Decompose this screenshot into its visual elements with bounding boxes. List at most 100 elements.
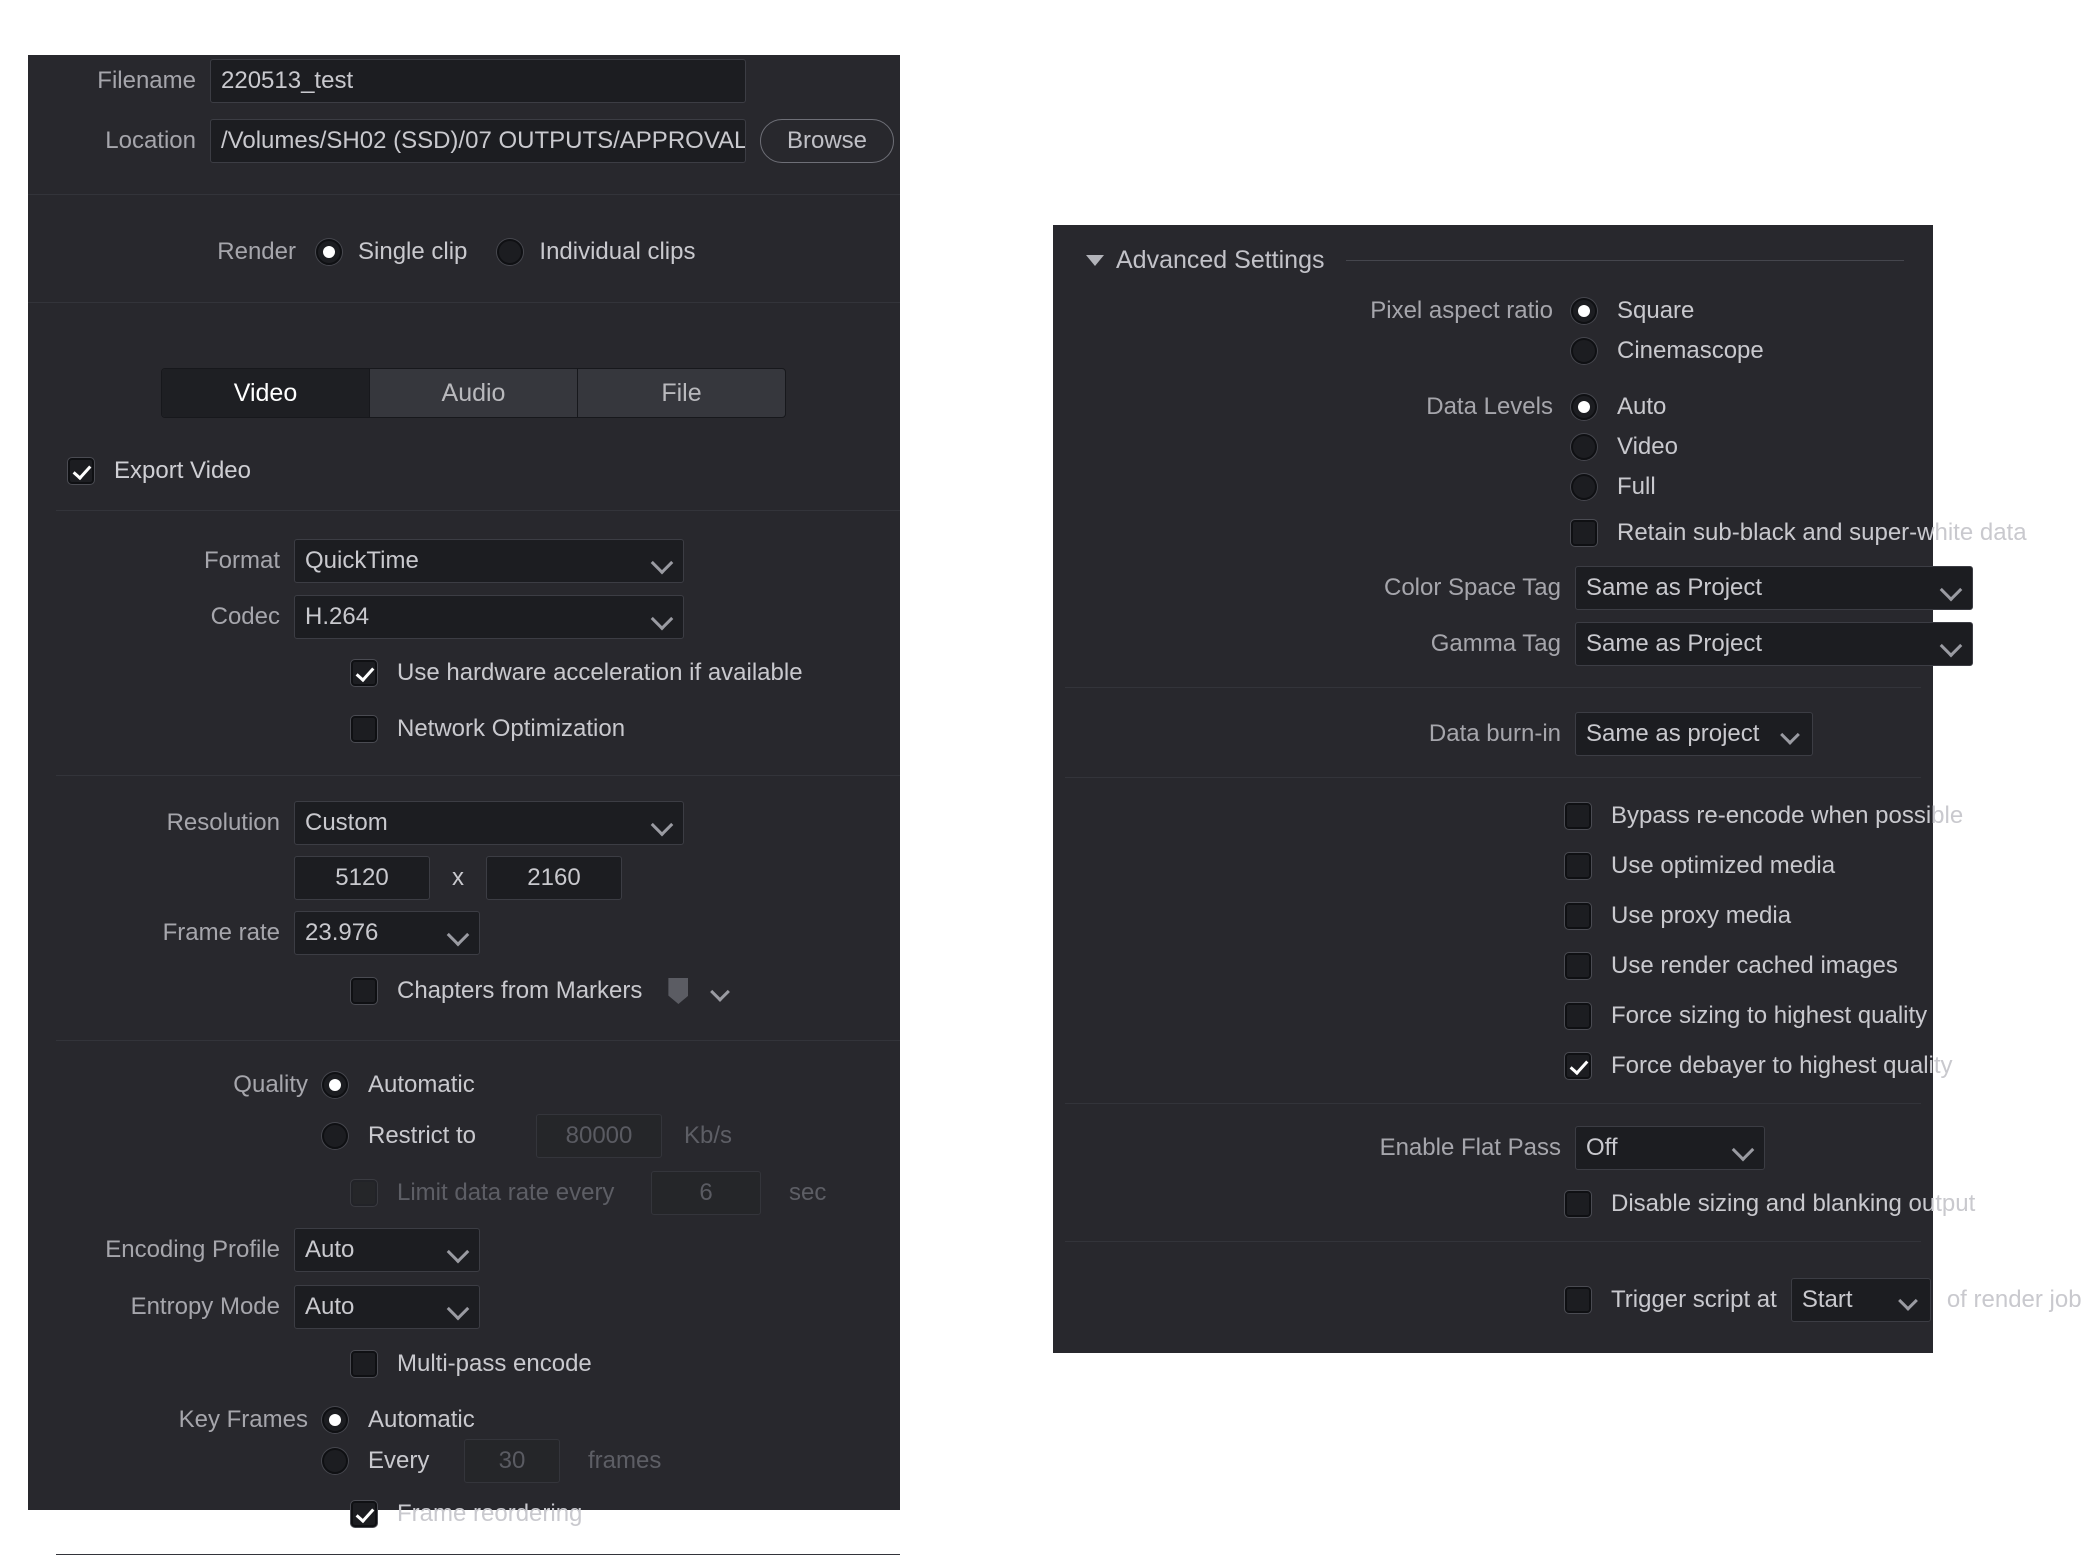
chevron-down-icon[interactable]: [1086, 254, 1104, 266]
force-debayer-checkbox[interactable]: [1565, 1053, 1591, 1079]
chapters-from-markers-row[interactable]: Chapters from Markers: [351, 970, 732, 1012]
encoding-profile-value: Auto: [305, 1236, 355, 1263]
export-video-checkbox[interactable]: [68, 458, 94, 484]
trigger-script-checkbox[interactable]: [1565, 1287, 1591, 1313]
tab-file[interactable]: File: [578, 369, 785, 417]
limit-data-rate-checkbox[interactable]: [351, 1180, 377, 1206]
codec-dropdown[interactable]: H.264: [294, 595, 684, 639]
frame-rate-row: Frame rate 23.976: [28, 910, 480, 956]
codec-row: Codec H.264: [28, 594, 684, 640]
data-levels-auto-radio[interactable]: [1571, 394, 1597, 420]
limit-data-rate-unit: sec: [789, 1179, 827, 1206]
disable-sizing-row[interactable]: Disable sizing and blanking output: [1565, 1183, 1975, 1225]
chevron-down-icon[interactable]: [710, 985, 732, 997]
network-optimization-checkbox[interactable]: [351, 716, 377, 742]
limit-data-rate-input[interactable]: 6: [651, 1171, 761, 1215]
bypass-reencode-checkbox[interactable]: [1565, 803, 1591, 829]
flat-pass-dropdown[interactable]: Off: [1575, 1126, 1765, 1170]
multipass-encode-checkbox[interactable]: [351, 1351, 377, 1377]
resolution-height-input[interactable]: 2160: [486, 856, 622, 900]
force-sizing-checkbox[interactable]: [1565, 1003, 1591, 1029]
encoding-profile-label: Encoding Profile: [105, 1236, 280, 1263]
data-levels-video-radio[interactable]: [1571, 434, 1597, 460]
tab-audio[interactable]: Audio: [370, 369, 578, 417]
frame-reordering-row[interactable]: Frame reordering: [351, 1493, 582, 1535]
pixel-aspect-square-label: Square: [1617, 297, 1695, 324]
frame-rate-dropdown[interactable]: 23.976: [294, 911, 480, 955]
pixel-aspect-cinemascope-radio[interactable]: [1571, 338, 1597, 364]
retain-subblack-label: Retain sub-black and super-white data: [1617, 519, 2027, 546]
use-proxy-media-checkbox[interactable]: [1565, 903, 1591, 929]
codec-value: H.264: [305, 603, 370, 630]
quality-restrict-row: Restrict to 80000 Kb/s: [322, 1113, 732, 1159]
render-individual-clips-radio[interactable]: [497, 239, 524, 265]
color-space-tag-value: Same as Project: [1586, 574, 1763, 601]
pixel-aspect-cinemascope-row: Cinemascope: [1571, 331, 1764, 371]
key-frames-automatic-row: Key Frames Automatic: [28, 1398, 475, 1442]
format-dropdown[interactable]: QuickTime: [294, 539, 684, 583]
force-debayer-row[interactable]: Force debayer to highest quality: [1565, 1045, 1953, 1087]
format-label: Format: [203, 547, 280, 574]
use-optimized-media-checkbox[interactable]: [1565, 853, 1591, 879]
key-frames-interval-input[interactable]: 30: [464, 1439, 560, 1483]
entropy-mode-value: Auto: [305, 1293, 355, 1320]
advanced-settings-header[interactable]: Advanced Settings: [1086, 243, 1904, 277]
gamma-tag-dropdown[interactable]: Same as Project: [1575, 622, 1973, 666]
frame-rate-label: Frame rate: [162, 919, 280, 946]
resolution-dropdown[interactable]: Custom: [294, 801, 684, 845]
divider-3: [56, 510, 900, 511]
tab-video[interactable]: Video: [162, 369, 370, 417]
export-video-row[interactable]: Export Video: [68, 450, 251, 492]
chevron-down-icon: [447, 1301, 469, 1313]
chevron-down-icon: [651, 555, 673, 567]
resolution-width-input[interactable]: 5120: [294, 856, 430, 900]
pixel-aspect-cinemascope-label: Cinemascope: [1617, 337, 1764, 364]
encoding-profile-dropdown[interactable]: Auto: [294, 1228, 480, 1272]
quality-automatic-label: Automatic: [368, 1071, 475, 1098]
trigger-script-when-dropdown[interactable]: Start: [1790, 1278, 1931, 1322]
use-optimized-media-row[interactable]: Use optimized media: [1565, 845, 1835, 887]
data-levels-full-label: Full: [1617, 473, 1656, 500]
hardware-acceleration-row[interactable]: Use hardware acceleration if available: [351, 653, 803, 693]
trigger-script-label: Trigger script at: [1611, 1286, 1777, 1313]
use-render-cached-images-checkbox[interactable]: [1565, 953, 1591, 979]
use-proxy-media-row[interactable]: Use proxy media: [1565, 895, 1791, 937]
multipass-encode-row[interactable]: Multi-pass encode: [351, 1343, 592, 1385]
quality-restrict-radio[interactable]: [322, 1123, 348, 1149]
use-optimized-media-label: Use optimized media: [1611, 852, 1836, 879]
resolution-label: Resolution: [166, 809, 280, 836]
data-levels-video-label: Video: [1617, 433, 1678, 460]
data-burnin-dropdown[interactable]: Same as project: [1575, 712, 1813, 756]
chapters-from-markers-checkbox[interactable]: [351, 978, 377, 1004]
restrict-bitrate-input[interactable]: 80000: [536, 1114, 662, 1158]
retain-subblack-checkbox[interactable]: [1571, 520, 1597, 546]
color-space-tag-dropdown[interactable]: Same as Project: [1575, 566, 1973, 610]
entropy-mode-dropdown[interactable]: Auto: [294, 1285, 480, 1329]
pixel-aspect-square-radio[interactable]: [1571, 298, 1597, 324]
filename-input[interactable]: 220513_test: [210, 59, 746, 103]
flat-pass-label: Enable Flat Pass: [1379, 1134, 1561, 1161]
browse-button[interactable]: Browse: [760, 119, 895, 163]
key-frames-automatic-radio[interactable]: [322, 1407, 348, 1433]
render-single-clip-label: Single clip: [358, 238, 468, 265]
location-input[interactable]: /Volumes/SH02 (SSD)/07 OUTPUTS/APPROVALS: [210, 119, 746, 163]
flat-pass-value: Off: [1586, 1134, 1618, 1161]
network-optimization-label: Network Optimization: [397, 715, 626, 742]
quality-automatic-radio[interactable]: [322, 1072, 348, 1098]
disable-sizing-checkbox[interactable]: [1565, 1191, 1591, 1217]
bypass-reencode-row[interactable]: Bypass re-encode when possible: [1565, 795, 1963, 837]
data-levels-full-row: Full: [1571, 467, 1656, 507]
gamma-tag-value: Same as Project: [1586, 630, 1763, 657]
render-single-clip-radio[interactable]: [316, 239, 342, 265]
key-frames-every-label: Every: [368, 1447, 430, 1474]
key-frames-every-radio[interactable]: [322, 1448, 348, 1474]
frame-reordering-checkbox[interactable]: [351, 1501, 377, 1527]
data-levels-full-radio[interactable]: [1571, 474, 1597, 500]
divider-1: [28, 194, 900, 195]
force-sizing-row[interactable]: Force sizing to highest quality: [1565, 995, 1927, 1037]
quality-restrict-label: Restrict to: [368, 1122, 477, 1149]
network-optimization-row[interactable]: Network Optimization: [351, 709, 625, 749]
use-render-cached-images-row[interactable]: Use render cached images: [1565, 945, 1898, 987]
hardware-acceleration-checkbox[interactable]: [351, 660, 377, 686]
retain-subblack-row[interactable]: Retain sub-black and super-white data: [1571, 512, 2027, 554]
